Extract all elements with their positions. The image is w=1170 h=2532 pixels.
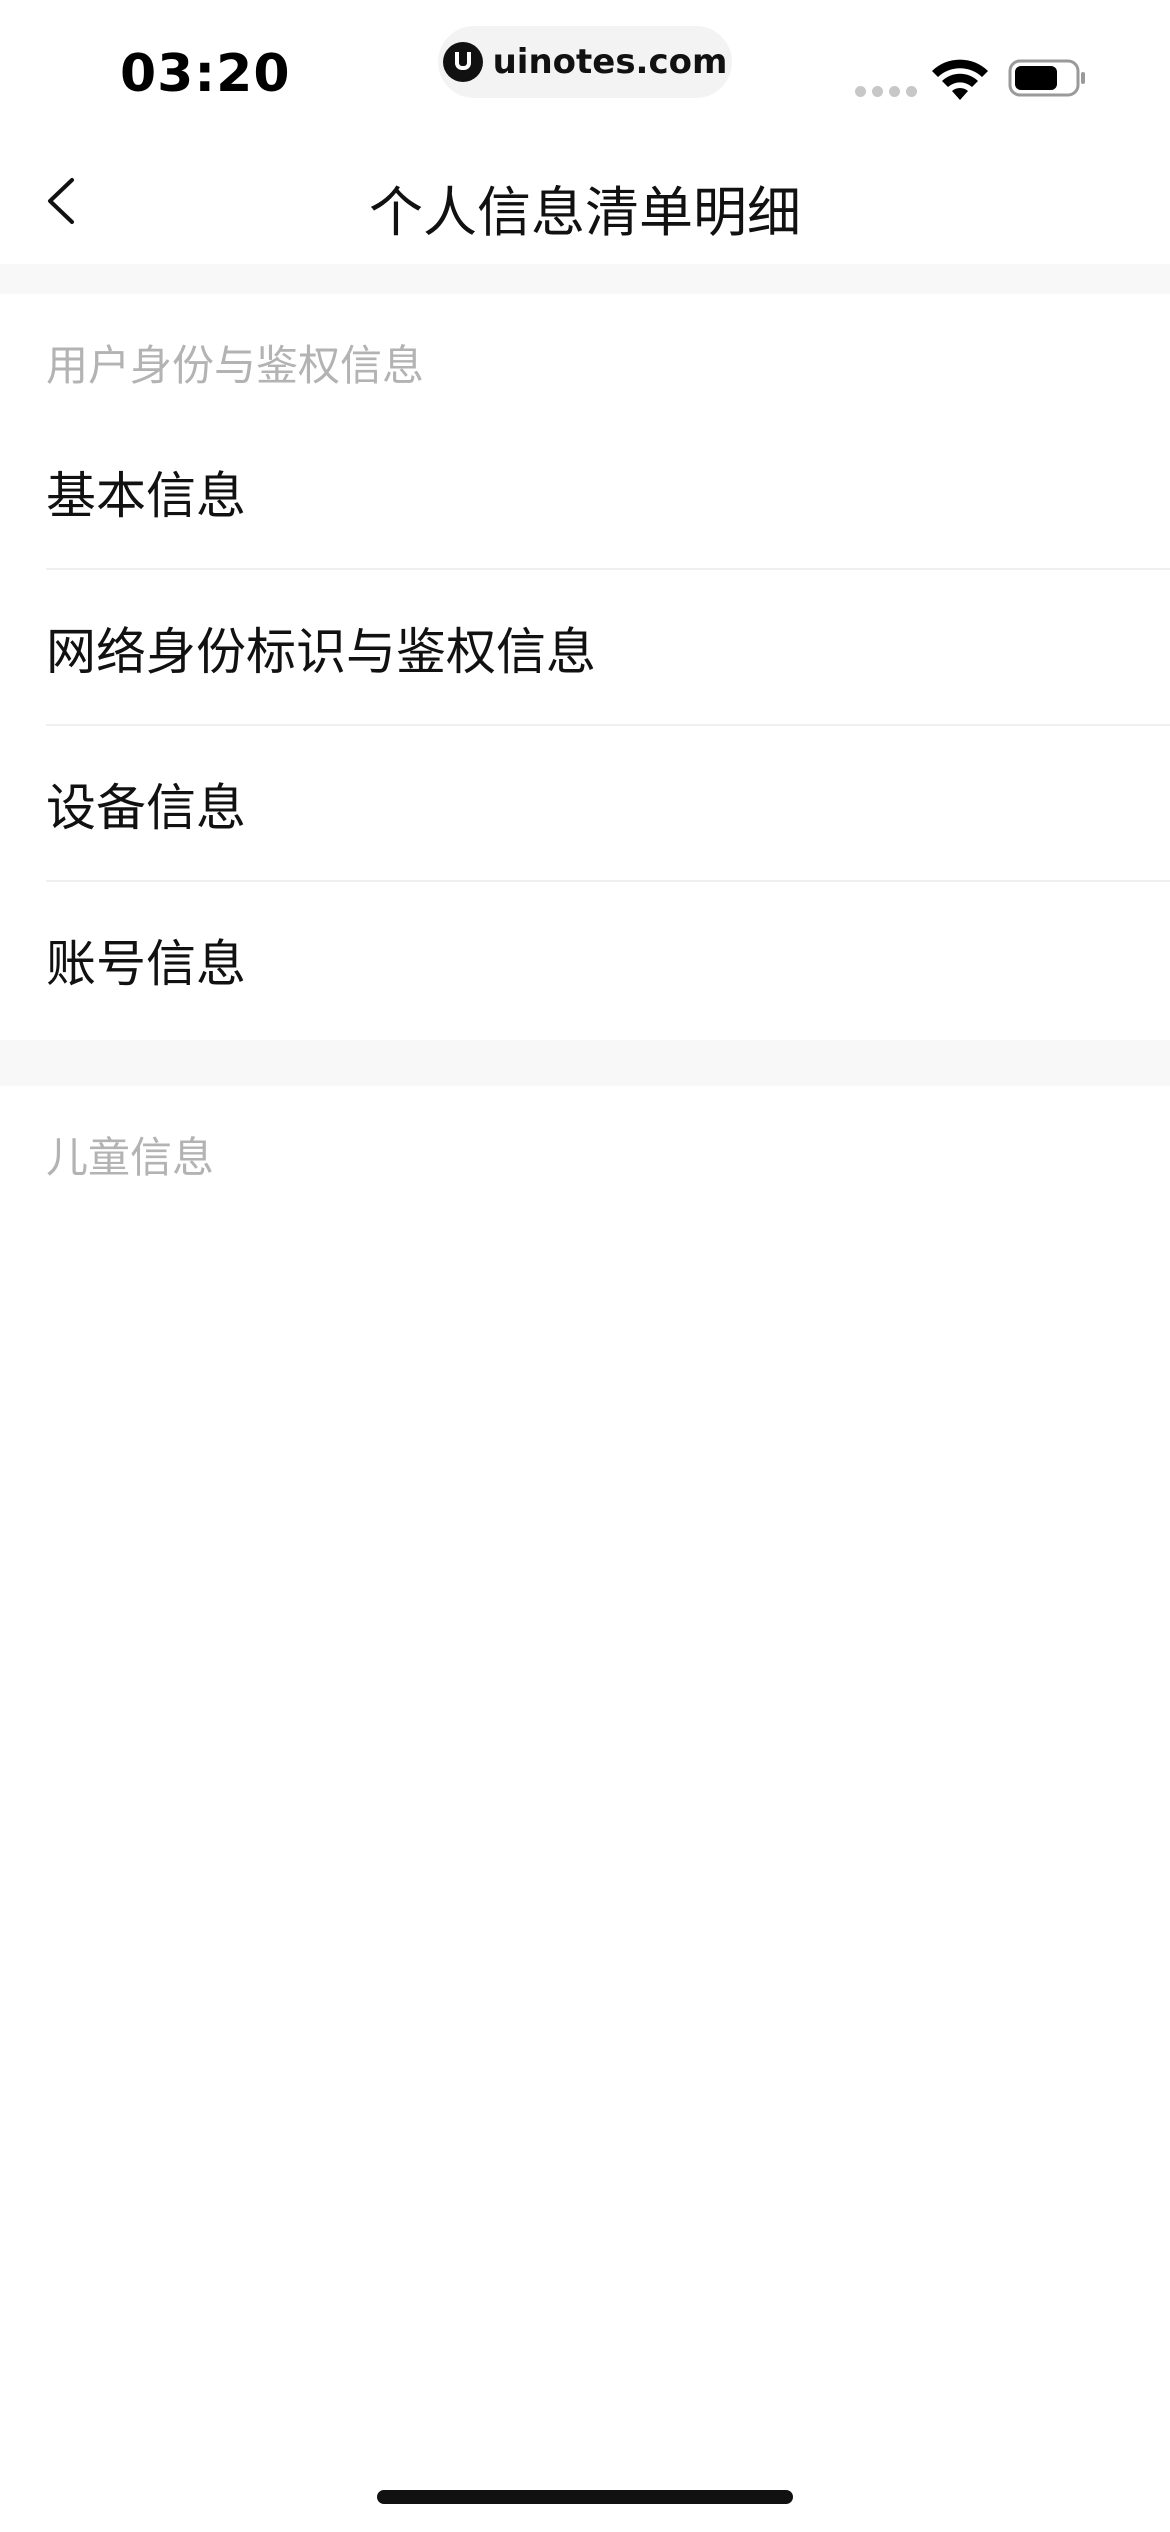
list-item-basic-info[interactable]: 基本信息 [0, 414, 1170, 570]
section-separator [0, 1040, 1170, 1086]
section-header-identity: 用户身份与鉴权信息 [46, 341, 425, 390]
status-time: 03:20 [120, 44, 291, 104]
battery-icon [1008, 59, 1085, 97]
status-bar: 03:20 uinotes.com [0, 0, 1170, 140]
list-item-account-info[interactable]: 账号信息 [0, 882, 1170, 1038]
list-item-label: 基本信息 [46, 467, 246, 525]
list-item-device-info[interactable]: 设备信息 [0, 726, 1170, 882]
section-separator [0, 264, 1170, 294]
home-indicator [377, 2490, 793, 2504]
site-logo-icon [442, 42, 483, 82]
nav-bar: 个人信息清单明细 [0, 140, 1170, 264]
cellular-signal-icon [855, 86, 917, 97]
page-title: 个人信息清单明细 [369, 181, 801, 244]
list-item-label: 设备信息 [46, 779, 246, 837]
list-item-network-identity[interactable]: 网络身份标识与鉴权信息 [0, 570, 1170, 726]
list-item-label: 网络身份标识与鉴权信息 [46, 623, 596, 681]
url-pill[interactable]: uinotes.com [438, 26, 732, 98]
url-text: uinotes.com [492, 42, 728, 82]
list-item-label: 账号信息 [46, 935, 246, 993]
wifi-icon [932, 59, 988, 100]
section-header-children: 儿童信息 [46, 1133, 215, 1182]
